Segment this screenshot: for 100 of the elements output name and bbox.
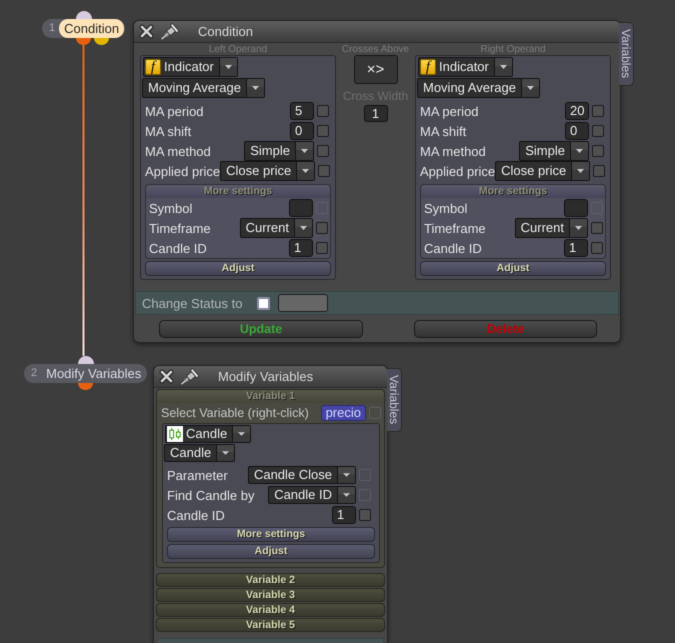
checkbox[interactable] xyxy=(593,165,606,177)
param-label: Timeframe xyxy=(149,220,212,236)
select-variable-label: Select Variable (right-click) xyxy=(161,406,310,420)
adjust-button[interactable]: Adjust xyxy=(167,544,375,559)
checkbox[interactable] xyxy=(317,145,329,157)
param-label: Timeframe xyxy=(424,220,487,236)
param-label: Parameter xyxy=(167,468,229,482)
variable-chip[interactable]: precio xyxy=(320,404,366,420)
caret-icon xyxy=(232,426,250,442)
section-header[interactable]: Variable 2 xyxy=(156,573,385,587)
source-dropdown[interactable]: Candle xyxy=(165,425,252,443)
input-field[interactable]: 0 xyxy=(565,122,589,140)
caret-icon xyxy=(296,162,314,180)
checkbox[interactable] xyxy=(316,242,328,254)
window-title: Modify Variables xyxy=(218,369,314,384)
cross-width-field[interactable]: 1 xyxy=(364,105,388,122)
output-port-icon[interactable] xyxy=(78,383,94,390)
param-dropdown[interactable]: Close price xyxy=(220,161,316,181)
caret-icon xyxy=(337,467,355,483)
param-label: Applied price xyxy=(145,164,220,178)
param-dropdown[interactable]: Current xyxy=(240,218,313,238)
input-field[interactable] xyxy=(289,199,313,217)
input-field[interactable]: 5 xyxy=(290,102,314,120)
checkbox[interactable] xyxy=(317,105,329,117)
input-field[interactable] xyxy=(564,199,588,217)
input-field[interactable]: 1 xyxy=(289,239,313,257)
param-label: Applied price xyxy=(420,164,496,178)
candlestick-icon xyxy=(167,426,183,442)
subtype-dropdown[interactable]: Moving Average xyxy=(142,78,265,98)
more-settings-button[interactable]: More settings xyxy=(167,527,375,542)
node-number: 2 xyxy=(30,366,38,381)
caret-icon xyxy=(246,79,264,97)
output-port-icon[interactable] xyxy=(76,38,92,45)
section-header[interactable]: Variable 4 xyxy=(156,603,385,617)
caret-icon xyxy=(494,58,512,76)
param-label: MA method xyxy=(420,144,487,158)
input-port-icon[interactable] xyxy=(78,356,94,364)
checkbox[interactable] xyxy=(591,222,603,234)
input-field[interactable]: 1 xyxy=(564,239,588,257)
node-label: Condition xyxy=(59,19,124,38)
node-label: Modify Variables xyxy=(45,365,142,383)
variables-tab[interactable]: Variables xyxy=(619,22,634,86)
operator-button[interactable]: ×> xyxy=(354,55,398,84)
param-label: MA shift xyxy=(145,124,192,138)
flow-node[interactable]: 2 Modify Variables xyxy=(24,364,148,383)
function-icon: f xyxy=(420,59,436,75)
param-label: MA shift xyxy=(420,124,468,138)
checkbox[interactable] xyxy=(257,296,270,310)
variables-tab[interactable]: Variables xyxy=(387,368,402,432)
input-port-icon[interactable] xyxy=(76,11,92,19)
section-header[interactable]: Variable 5 xyxy=(156,618,385,632)
pin-icon[interactable] xyxy=(159,22,181,40)
section-header[interactable]: Variable 3 xyxy=(156,588,385,602)
close-icon[interactable] xyxy=(139,24,154,39)
checkbox[interactable] xyxy=(316,222,328,234)
flow-node[interactable]: 1 Condition xyxy=(42,19,126,38)
param-label: Candle ID xyxy=(149,240,208,256)
param-label: Candle ID xyxy=(167,508,226,522)
input-field[interactable]: 1 xyxy=(332,506,356,524)
status-label: Change Status to xyxy=(142,296,242,310)
function-icon: f xyxy=(145,59,161,75)
caret-icon xyxy=(337,487,355,503)
subtype-dropdown[interactable]: Candle xyxy=(164,444,236,462)
caret-icon xyxy=(294,219,312,237)
param-label: Symbol xyxy=(424,200,468,216)
status-field[interactable] xyxy=(278,294,328,312)
input-field[interactable]: 20 xyxy=(565,102,589,120)
checkbox[interactable] xyxy=(592,105,604,117)
checkbox[interactable] xyxy=(317,125,329,137)
caret-icon xyxy=(218,58,237,76)
param-label: MA period xyxy=(145,104,205,118)
checkbox[interactable] xyxy=(592,145,604,157)
param-label: Find Candle by xyxy=(167,488,256,502)
subtype-dropdown[interactable]: Moving Average xyxy=(417,78,540,98)
source-dropdown[interactable]: f Indicator xyxy=(143,57,238,77)
caret-icon xyxy=(569,219,587,237)
checkbox[interactable] xyxy=(359,509,371,521)
checkbox[interactable] xyxy=(318,165,330,177)
window-title: Condition xyxy=(198,24,253,39)
source-dropdown[interactable]: f Indicator xyxy=(418,57,513,77)
close-icon[interactable] xyxy=(159,369,174,384)
caret-icon xyxy=(570,142,588,160)
param-label: MA method xyxy=(145,144,212,158)
param-label: MA period xyxy=(420,104,480,118)
pin-icon[interactable] xyxy=(179,368,201,386)
caret-icon xyxy=(571,162,590,180)
adjust-button[interactable]: Adjust xyxy=(145,261,331,276)
param-label: Candle ID xyxy=(424,240,483,256)
param-dropdown[interactable]: Close price xyxy=(495,161,590,181)
output-port-icon[interactable] xyxy=(94,38,110,45)
input-field[interactable]: 0 xyxy=(290,122,314,140)
param-label: Symbol xyxy=(149,200,194,216)
checkbox[interactable] xyxy=(592,125,604,137)
param-dropdown[interactable]: Current xyxy=(514,218,588,238)
param-dropdown[interactable]: Simple xyxy=(519,141,589,161)
checkbox[interactable] xyxy=(591,242,603,254)
adjust-button[interactable]: Adjust xyxy=(420,261,606,276)
param-dropdown[interactable]: Simple xyxy=(244,141,314,161)
caret-icon xyxy=(295,142,313,160)
caret-icon xyxy=(521,79,539,97)
